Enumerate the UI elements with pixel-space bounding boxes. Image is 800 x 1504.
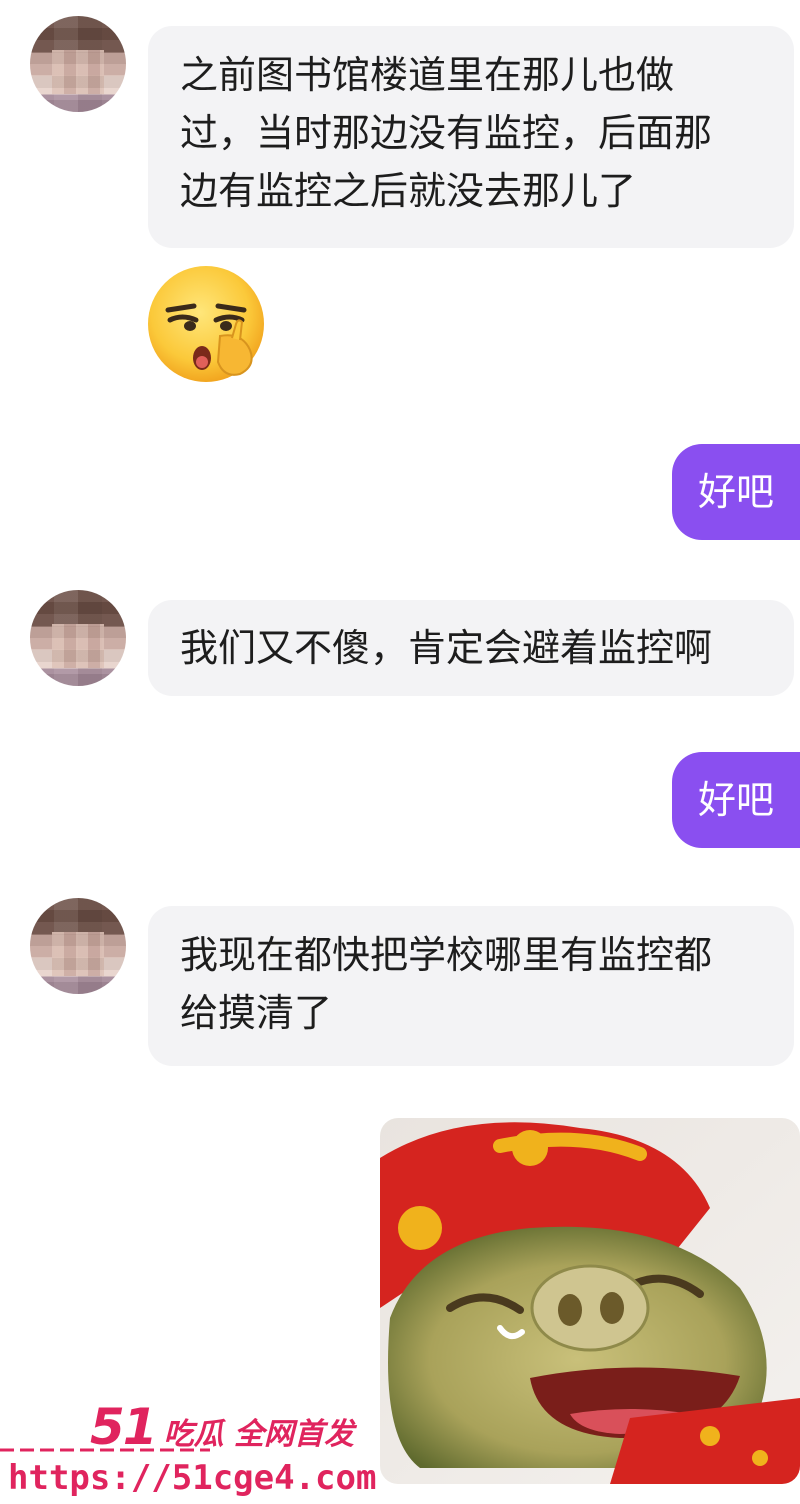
message-text-line: 过，当时那边没有监控，后面那 [180,111,713,155]
message-text-line: 边有监控之后就没去那儿了 [180,169,637,213]
message-text-line: 我现在都快把学校哪里有监控都 [180,933,713,977]
message-bubble-outgoing: 好吧 [672,752,800,848]
message-bubble-incoming: 我们又不傻，肯定会避着监控啊 [148,600,794,696]
watermark-brand: 51 吃瓜 全网首发 [90,1398,354,1456]
message-text: 好吧 [697,778,774,822]
message-bubble-incoming: 之前图书馆楼道里在那儿也做 过，当时那边没有监控，后面那 边有监控之后就没去那儿… [148,26,794,248]
message-text-line: 之前图书馆楼道里在那儿也做 [180,53,675,97]
watermark-brand-number: 51 [90,1398,158,1456]
message-text-line: 我们又不傻，肯定会避着监控啊 [180,626,713,670]
watermark-url[interactable]: https://51cge4.com [8,1458,376,1498]
message-bubble-incoming: 我现在都快把学校哪里有监控都 给摸清了 [148,906,794,1066]
contact-avatar[interactable] [30,898,126,994]
message-text-line: 给摸清了 [180,991,333,1035]
message-bubble-outgoing: 好吧 [672,444,800,540]
laughing-pig-sticker[interactable] [380,1118,800,1484]
site-watermark: 51 吃瓜 全网首发 https://51cge4.com [0,1398,376,1504]
message-text: 好吧 [697,470,774,514]
watermark-brand-text: 吃瓜 全网首发 [163,1417,355,1452]
shush-emoji-sticker[interactable] [146,262,270,386]
contact-avatar[interactable] [30,590,126,686]
contact-avatar[interactable] [30,16,126,112]
